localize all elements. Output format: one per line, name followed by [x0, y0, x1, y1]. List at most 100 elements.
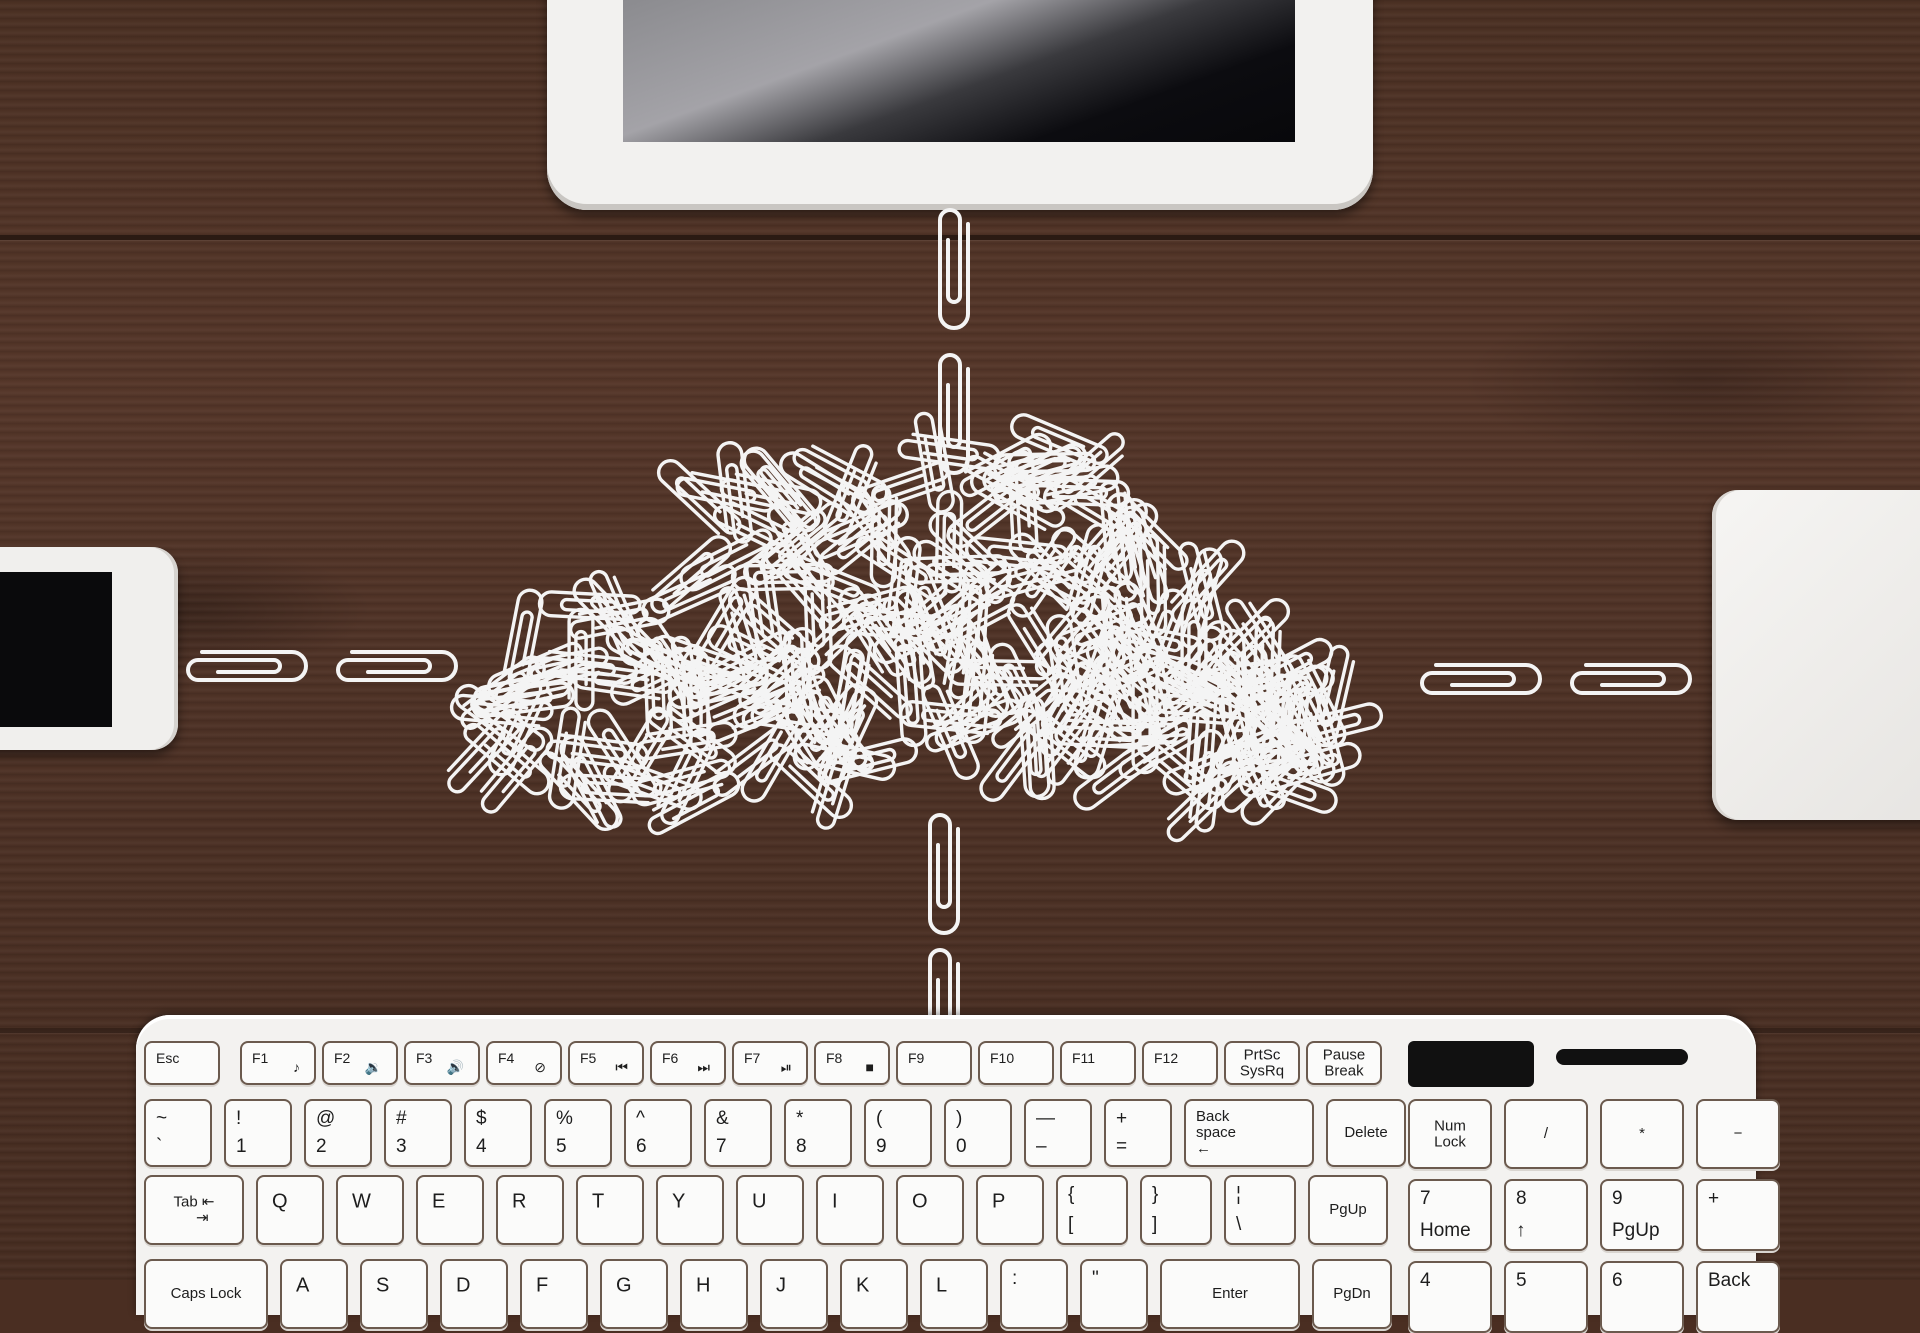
key-s[interactable]: S: [360, 1259, 428, 1329]
key-label: F12: [1154, 1050, 1179, 1066]
numpad-key[interactable]: 7 Home: [1408, 1179, 1492, 1251]
key-u[interactable]: U: [736, 1175, 804, 1245]
key-f9[interactable]: F9: [896, 1041, 972, 1085]
key-g[interactable]: G: [600, 1259, 668, 1329]
key-label: Tab ⇤ ⇥: [173, 1193, 215, 1226]
key-number[interactable]: #3: [384, 1099, 452, 1167]
numpad-key[interactable]: Back: [1696, 1261, 1780, 1333]
numpad-key[interactable]: 9 PgUp: [1600, 1179, 1684, 1251]
media-icon: ⏮: [615, 1059, 628, 1076]
key-label: 7: [1420, 1188, 1431, 1209]
key-f4[interactable]: F4 ⊘: [486, 1041, 562, 1085]
key-a[interactable]: A: [280, 1259, 348, 1329]
numpad-key[interactable]: 6: [1600, 1261, 1684, 1333]
key-delete[interactable]: Delete: [1326, 1099, 1406, 1167]
key-number[interactable]: — –: [1024, 1099, 1092, 1167]
key-f11[interactable]: F11: [1060, 1041, 1136, 1085]
key-j[interactable]: J: [760, 1259, 828, 1329]
key-f6[interactable]: F6 ⏭: [650, 1041, 726, 1085]
key-label: H: [696, 1274, 711, 1297]
key-q[interactable]: Q: [256, 1175, 324, 1245]
key-number[interactable]: % 5: [544, 1099, 612, 1167]
key-backspace[interactable]: Back space ←: [1184, 1099, 1314, 1167]
numpad-key[interactable]: /: [1504, 1099, 1588, 1169]
key-f10[interactable]: F10: [978, 1041, 1054, 1085]
key-label: !: [236, 1108, 242, 1129]
key-f[interactable]: F: [520, 1259, 588, 1329]
key-pgup[interactable]: PgUp: [1308, 1175, 1388, 1245]
key-o[interactable]: O: [896, 1175, 964, 1245]
key-f1[interactable]: F1 ♪: [240, 1041, 316, 1085]
key-label: D: [456, 1274, 471, 1297]
key-label: F: [536, 1274, 549, 1297]
key-label: PgDn: [1333, 1285, 1371, 1303]
key-t[interactable]: T: [576, 1175, 644, 1245]
key-p[interactable]: P: [976, 1175, 1044, 1245]
key-label: W: [352, 1190, 371, 1213]
key-label: 9: [1612, 1188, 1623, 1209]
media-icon: ⏯: [780, 1059, 792, 1076]
key-label: F1: [252, 1050, 269, 1066]
key-number[interactable]: & 7: [704, 1099, 772, 1167]
key-label: R: [512, 1190, 527, 1213]
key-label: (: [876, 1108, 883, 1129]
key-r[interactable]: R: [496, 1175, 564, 1245]
key-label: E: [432, 1190, 446, 1213]
key-label: F6: [662, 1050, 679, 1066]
numpad-key[interactable]: Num Lock: [1408, 1099, 1492, 1169]
numpad-key[interactable]: 4: [1408, 1261, 1492, 1333]
key-number[interactable]: $4: [464, 1099, 532, 1167]
key-bracket[interactable]: ¦ \: [1224, 1175, 1296, 1245]
key-l[interactable]: L: [920, 1259, 988, 1329]
key-f12[interactable]: F12: [1142, 1041, 1218, 1085]
smartphone: [0, 547, 178, 750]
key-label: Y: [672, 1190, 686, 1213]
key-tab[interactable]: Tab ⇤ ⇥: [144, 1175, 244, 1245]
key-number[interactable]: @2: [304, 1099, 372, 1167]
key-e[interactable]: E: [416, 1175, 484, 1245]
numpad-key[interactable]: *: [1600, 1099, 1684, 1169]
key-label: +: [1116, 1108, 1128, 1129]
key-bracket[interactable]: {[: [1056, 1175, 1128, 1245]
key-i[interactable]: I: [816, 1175, 884, 1245]
media-icon: ⊘: [534, 1059, 546, 1076]
key-enter[interactable]: Enter: [1160, 1259, 1300, 1329]
numpad-key[interactable]: 8 ↑: [1504, 1179, 1588, 1251]
key-label: }: [1152, 1184, 1159, 1205]
key-label: Enter: [1212, 1285, 1248, 1303]
key-label: {: [1068, 1184, 1075, 1205]
numpad-key[interactable]: 5: [1504, 1261, 1588, 1333]
key-number[interactable]: (9: [864, 1099, 932, 1167]
key-f5[interactable]: F5 ⏮: [568, 1041, 644, 1085]
key-pgdn[interactable]: PgDn: [1312, 1259, 1392, 1329]
key-esc[interactable]: Esc: [144, 1041, 220, 1085]
key-f3[interactable]: F3 🔊: [404, 1041, 480, 1085]
key-w[interactable]: W: [336, 1175, 404, 1245]
key-f2[interactable]: F2 🔉: [322, 1041, 398, 1085]
key-number[interactable]: + =: [1104, 1099, 1172, 1167]
numpad-key[interactable]: −: [1696, 1099, 1780, 1169]
key-pause[interactable]: Pause Break: [1306, 1041, 1382, 1085]
key-punct[interactable]: :: [1000, 1259, 1068, 1329]
key-h[interactable]: H: [680, 1259, 748, 1329]
key-f7[interactable]: F7 ⏯: [732, 1041, 808, 1085]
key-label: ]: [1152, 1214, 1158, 1236]
key-prtsc[interactable]: PrtSc SysRq: [1224, 1041, 1300, 1085]
key-number[interactable]: ~ `: [144, 1099, 212, 1167]
key-label: O: [912, 1190, 928, 1213]
key-label: Back space ←: [1196, 1108, 1237, 1157]
key-f8[interactable]: F8 ■: [814, 1041, 890, 1085]
numpad-key[interactable]: +: [1696, 1179, 1780, 1251]
key-bracket[interactable]: }]: [1140, 1175, 1212, 1245]
key-label: T: [592, 1190, 605, 1213]
key-caps-lock[interactable]: Caps Lock: [144, 1259, 268, 1329]
key-y[interactable]: Y: [656, 1175, 724, 1245]
key-label: Q: [272, 1190, 288, 1213]
key-k[interactable]: K: [840, 1259, 908, 1329]
key-number[interactable]: ! 1: [224, 1099, 292, 1167]
key-d[interactable]: D: [440, 1259, 508, 1329]
key-number[interactable]: ) 0: [944, 1099, 1012, 1167]
key-punct[interactable]: ": [1080, 1259, 1148, 1329]
key-number[interactable]: ^ 6: [624, 1099, 692, 1167]
key-number[interactable]: * 8: [784, 1099, 852, 1167]
